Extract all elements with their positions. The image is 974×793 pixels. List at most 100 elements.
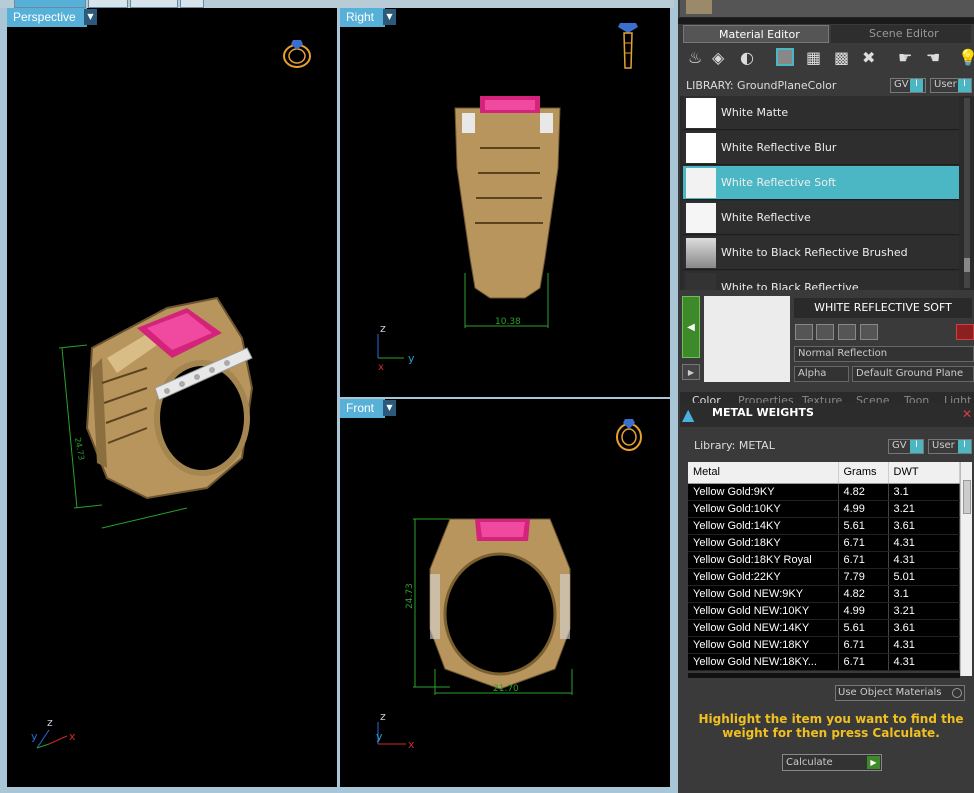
perspective-ring-render: 24.73 y z x [31,40,311,749]
dwt-cell: 3.21 [888,602,960,620]
svg-text:y: y [376,730,383,743]
tab-front[interactable] [130,0,178,8]
metal-weights-titlebar: ▲ METAL WEIGHTS ✕ [680,403,974,427]
metal-column-header[interactable]: Metal [688,462,839,484]
table-row[interactable]: Yellow Gold NEW:18KY... 6.71 4.31 [688,653,960,671]
svg-text:x: x [69,730,76,743]
alpha-field[interactable]: Alpha [794,366,849,382]
grams-cell: 5.61 [838,619,889,637]
dwt-cell: 3.61 [888,619,960,637]
grams-cell: 4.99 [838,602,889,620]
grams-cell: 4.82 [838,585,889,603]
matrix-logo-icon: ▲ [682,405,695,424]
preview-section: ◀ ▶ WHITE REFLECTIVE SOFT Normal Reflect… [680,292,974,392]
front-viewport[interactable]: Front ▼ 24.73 21.70 z y x [340,399,670,787]
right-viewport[interactable]: Right ▼ 10.38 z y x [340,8,670,397]
svg-text:y: y [408,352,415,365]
dwt-cell: 4.31 [888,551,960,569]
front-width-label: 21.70 [493,684,519,694]
metal-cell: Yellow Gold:18KY [688,534,839,552]
ground-plane-select[interactable]: Default Ground Plane [852,366,974,382]
table-row[interactable]: Yellow Gold:18KY Royal 6.71 4.31 [688,551,960,569]
metal-table-scrollbar[interactable] [960,462,972,676]
front-axes-icon: z y x [376,710,415,751]
table-row[interactable]: Yellow Gold:18KY 6.71 4.31 [688,534,960,552]
selected-material-title: WHITE REFLECTIVE SOFT [794,298,972,318]
hand-plus-icon[interactable]: ☚ [926,48,940,67]
dwt-cell: 3.61 [888,517,960,535]
checker-icon[interactable]: ▩ [834,48,849,67]
plane-icon[interactable] [776,48,794,66]
dwt-cell: 3.1 [888,585,960,603]
save-icon[interactable] [795,324,813,340]
list-item-selected[interactable]: White Reflective Soft [683,166,959,200]
front-height-label: 24.73 [405,583,415,609]
svg-text:x: x [378,362,384,373]
grams-cell: 6.71 [838,653,889,671]
close-icon[interactable]: ✕ [962,407,972,421]
panel-app-icon[interactable] [686,0,712,14]
metal-weights-table: Metal Grams DWT Yellow Gold:9KY 4.82 3.1 Ye… [688,462,960,671]
export-icon[interactable] [860,324,878,340]
metal-cell: Yellow Gold NEW:10KY [688,602,839,620]
table-row[interactable]: Yellow Gold NEW:14KY 5.61 3.61 [688,619,960,637]
calculate-play-icon[interactable]: ▶ [867,756,880,769]
refresh-icon[interactable] [956,324,974,340]
calculate-button[interactable]: Calculate ▶ [782,754,882,771]
list-item[interactable]: White to Black Reflective Brushed [683,236,959,270]
tab-right[interactable] [88,0,128,8]
list-item[interactable]: White Matte [683,96,959,130]
tab-extra[interactable] [180,0,204,8]
table-row[interactable]: Yellow Gold NEW:9KY 4.82 3.1 [688,585,960,603]
viewport-tab-strip [0,0,674,8]
list-scrollbar[interactable] [964,98,970,288]
pattern-icon[interactable]: ✖ [862,48,875,67]
fire-icon[interactable]: ♨ [688,48,702,67]
reflection-select[interactable]: Normal Reflection [794,346,974,362]
copy-icon[interactable] [816,324,834,340]
grams-cell: 6.71 [838,534,889,552]
table-row[interactable]: Yellow Gold NEW:10KY 4.99 3.21 [688,602,960,620]
material-list: White Matte White Reflective Blur White … [680,96,974,290]
list-item[interactable]: White Reflective Blur [683,131,959,165]
dwt-column-header[interactable]: DWT [888,462,960,484]
preview-collapse-button[interactable]: ◀ [682,296,700,358]
gv-info-icon[interactable]: I [910,79,923,92]
metal-cell: Yellow Gold:22KY [688,568,839,586]
right-dim-label: 10.38 [495,317,521,327]
import-icon[interactable] [838,324,856,340]
metal-cell: Yellow Gold:18KY Royal [688,551,839,569]
grams-cell: 7.79 [838,568,889,586]
list-item[interactable]: White to Black Reflective [683,271,959,290]
texture-icon[interactable]: ▦ [806,48,821,67]
gem-icon[interactable]: ◈ [712,48,724,67]
table-row[interactable]: Yellow Gold:14KY 5.61 3.61 [688,517,960,535]
use-object-materials-checkbox[interactable]: Use Object Materials [835,685,965,701]
dwt-cell: 4.31 [888,636,960,654]
svg-text:z: z [380,710,386,723]
right-ring-render: 10.38 z y x [377,23,638,373]
sphere-icon[interactable]: ◐ [740,48,754,67]
metal-library-label: Library: METAL [694,439,775,452]
preview-next-button[interactable]: ▶ [682,364,700,380]
bulb-icon[interactable]: 💡 [958,48,974,67]
tab-material-editor[interactable]: Material Editor [683,25,829,43]
hand-icon[interactable]: ☛ [898,48,912,67]
metal-user-info-icon[interactable]: I [958,440,971,453]
metal-weights-title: METAL WEIGHTS [712,406,814,419]
table-row[interactable]: Yellow Gold:10KY 4.99 3.21 [688,500,960,518]
list-item[interactable]: White Reflective [683,201,959,235]
instruction-text: Highlight the item you want to find the … [698,712,964,740]
grams-cell: 6.71 [838,636,889,654]
grams-column-header[interactable]: Grams [838,462,889,484]
table-row[interactable]: Yellow Gold NEW:18KY 6.71 4.31 [688,636,960,654]
table-row[interactable]: Yellow Gold:9KY 4.82 3.1 [688,483,960,501]
perspective-viewport[interactable]: Perspective ▼ 24.73 y z x [7,8,337,787]
metal-gv-info-icon[interactable]: I [910,440,923,453]
dwt-cell: 3.1 [888,483,960,501]
table-row[interactable]: Yellow Gold:22KY 7.79 5.01 [688,568,960,586]
grams-cell: 4.82 [838,483,889,501]
tab-perspective[interactable] [14,0,86,8]
user-info-icon[interactable]: I [958,79,971,92]
tab-scene-editor[interactable]: Scene Editor [831,25,971,43]
